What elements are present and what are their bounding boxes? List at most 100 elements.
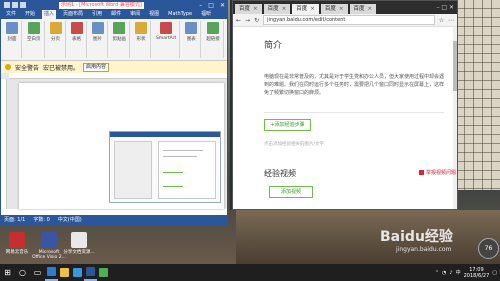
forward-icon[interactable]: → (245, 17, 250, 24)
report-icon (419, 170, 424, 175)
ribbon-tabs: 文件 开始 插入 页面布局 引用 邮件 审阅 视图 MathType 福昕 (1, 10, 227, 19)
browser-tab-label: 百度 (324, 6, 336, 12)
desktop-icon[interactable]: 分享文档资源... (62, 232, 96, 255)
report-label: 举报视频问题 (426, 170, 457, 176)
chevron-up-icon[interactable]: ⌃ (435, 270, 439, 276)
window-controls[interactable]: – □ ✕ (436, 2, 457, 14)
browser-tab[interactable]: 百度 × (349, 4, 377, 14)
task-view-icon[interactable]: ▭ (30, 264, 45, 281)
ribbon-tab[interactable]: MathType (166, 10, 194, 19)
word-icon[interactable] (84, 264, 97, 281)
close-tab-icon[interactable]: × (368, 4, 373, 14)
ribbon-button[interactable]: 空白页 (24, 21, 45, 58)
ribbon-button[interactable]: 剪贴画 (110, 21, 130, 58)
word-titlebar[interactable]: 示例1 - [Microsoft Word 兼容模式] – □ ✕ (1, 1, 227, 10)
close-tab-icon[interactable]: × (339, 4, 344, 14)
save-icon[interactable] (4, 2, 10, 8)
maximize-icon[interactable]: □ (208, 1, 214, 10)
ribbon-button-icon (135, 22, 147, 34)
store-icon[interactable] (71, 264, 84, 281)
ribbon-button-icon (91, 22, 104, 34)
favorites-icon[interactable]: ☆ (439, 17, 444, 24)
minimize-icon[interactable]: – (199, 1, 202, 10)
ribbon-button[interactable]: 超链接 (203, 21, 224, 58)
close-icon[interactable]: ✕ (220, 1, 225, 10)
explorer-icon[interactable] (58, 264, 71, 281)
ribbon-button[interactable]: 图片 (89, 21, 108, 58)
desktop-icon[interactable]: 网易云音乐 (0, 232, 34, 255)
ribbon-tab[interactable]: 引用 (90, 10, 104, 19)
ribbon-button-icon (160, 22, 173, 34)
ime-icon[interactable]: 中 (456, 269, 461, 276)
browser-tab[interactable]: 百度 × (263, 4, 291, 14)
ribbon-button-label: 剪贴画 (112, 37, 127, 42)
ribbon-button[interactable]: SmartArt (153, 21, 181, 58)
volume-icon[interactable]: ♪ (449, 270, 452, 276)
percent-badge[interactable]: 76 (478, 238, 499, 259)
ribbon-button-icon (113, 22, 126, 34)
document-icon (71, 232, 87, 248)
ribbon-button[interactable]: 图表 (182, 21, 202, 58)
browser-tab[interactable]: 百度 × (292, 4, 319, 14)
close-tab-icon[interactable]: × (310, 4, 315, 14)
edge-browser-window[interactable]: 百度 × 百度 × 百度 × 百度 × 百度 × – □ ✕ ← → ↻ jingyan.baidu… (232, 0, 458, 210)
browser-tab-label: 百度 (267, 6, 279, 12)
report-link[interactable]: 举报视频问题 (419, 169, 456, 176)
ribbon-tab[interactable]: 文件 (4, 10, 18, 19)
intro-text[interactable]: 电脑现在是非常普及的，尤其是对于学生党和办公人员，但大家使用过程中却会遇到的难题… (264, 73, 447, 97)
enable-content-button[interactable]: 启用内容 (83, 62, 110, 72)
ribbon-button-icon (27, 22, 40, 34)
refresh-icon[interactable]: ↻ (254, 17, 259, 24)
browser-tab-label: 百度 (353, 6, 365, 12)
add-step-button[interactable]: +添加经验步骤 (264, 119, 311, 131)
more-icon[interactable]: ⋯ (448, 17, 454, 24)
redo-icon[interactable] (20, 2, 26, 8)
ribbon-tab[interactable]: 邮件 (109, 10, 123, 19)
taskbar: ⊞ ○ ▭ ⌃ ◔ ♪ 中 17:09 2018/6/27 ▢ (0, 264, 500, 281)
add-video-button[interactable]: 添加视频 (269, 186, 313, 198)
close-tab-icon[interactable]: × (253, 4, 258, 14)
ribbon-tab[interactable]: 审阅 (128, 10, 142, 19)
word-window[interactable]: 示例1 - [Microsoft Word 兼容模式] – □ ✕ 文件 开始 插入… (0, 0, 228, 225)
ribbon-tab[interactable]: 视图 (147, 10, 161, 19)
back-icon[interactable]: ← (236, 17, 241, 24)
undo-icon[interactable] (12, 2, 18, 8)
scrollbar-thumb[interactable] (453, 41, 457, 91)
notifications-icon[interactable]: ▢ (492, 270, 497, 276)
url-input[interactable]: jingyan.baidu.com/edit/content (263, 15, 435, 25)
browser-tab[interactable]: 百度 × (235, 4, 262, 14)
ribbon-button-label: 图表 (186, 37, 196, 42)
ribbon-button-label: 封面 (7, 37, 17, 42)
ribbon-tab[interactable]: 页面布局 (61, 10, 85, 19)
ribbon-tab[interactable]: 福昕 (199, 10, 213, 19)
network-icon[interactable]: ◔ (442, 270, 446, 276)
ribbon-button-label: SmartArt (156, 36, 177, 41)
ribbon-button[interactable]: 表格 (68, 21, 87, 58)
quick-access-toolbar[interactable] (4, 2, 26, 8)
browser-tabs: 百度 × 百度 × 百度 × 百度 × 百度 × – □ ✕ (233, 1, 457, 14)
wallpaper-floor (236, 210, 500, 264)
search-icon[interactable]: ○ (15, 264, 30, 281)
close-tab-icon[interactable]: × (282, 4, 287, 14)
browser-tab-label: 百度 (296, 6, 308, 12)
ribbon-button-icon (185, 22, 198, 34)
ribbon-tab[interactable]: 开始 (23, 10, 37, 19)
browser-tab[interactable]: 百度 × (320, 4, 348, 14)
ribbon-tab[interactable]: 插入 (42, 10, 57, 19)
edge-icon[interactable] (45, 264, 58, 281)
embedded-screenshot[interactable] (109, 131, 221, 203)
desktop-icon-label: 分享文档资源... (63, 250, 95, 255)
chrome-icon[interactable] (97, 264, 110, 281)
ribbon-button[interactable]: 分页 (47, 21, 66, 58)
ribbon-button[interactable]: 封面 (3, 21, 22, 58)
visio-icon (41, 232, 57, 248)
word-statusbar: 页面: 1/1 字数: 0 中文(中国) (1, 215, 227, 224)
ribbon-button-icon (207, 22, 220, 34)
clock[interactable]: 17:09 2018/6/27 (464, 267, 490, 279)
windows-icon[interactable]: ⊞ (0, 264, 15, 281)
address-bar-row: ← → ↻ jingyan.baidu.com/edit/content ☆ ⋯ (233, 14, 457, 27)
ribbon-button[interactable]: 形状 (132, 21, 151, 58)
ribbon-button-label: 超链接 (206, 37, 220, 42)
horizontal-ruler (9, 73, 227, 79)
desktop-icon[interactable]: Microsoft Office Visio 2... (32, 232, 66, 260)
